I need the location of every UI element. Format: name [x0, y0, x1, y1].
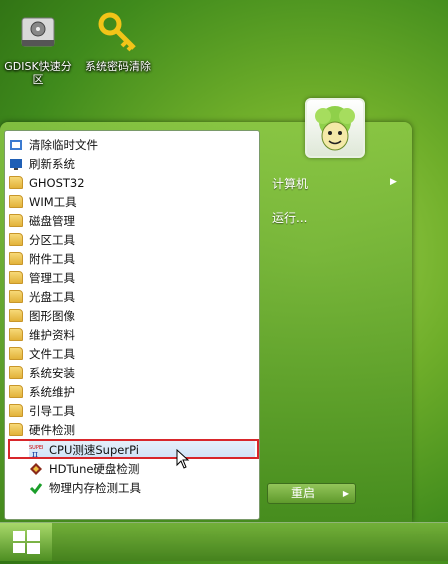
menu-item-wim-tools[interactable]: WIM工具	[9, 192, 255, 211]
folder-icon	[9, 309, 23, 322]
menu-item-label: 分区工具	[29, 232, 75, 247]
menu-item-label: 清除临时文件	[29, 137, 98, 152]
folder-icon	[9, 366, 23, 379]
hard-disk-icon	[16, 10, 60, 54]
menu-item-label: 刷新系统	[29, 156, 75, 171]
folder-icon	[9, 290, 23, 303]
desktop-icon-label: 系统密码清除	[85, 60, 151, 73]
desktop-icon-gdisk[interactable]: GDISK快速分区	[0, 10, 76, 86]
menu-item-label: 文件工具	[29, 346, 75, 361]
user-avatar[interactable]	[305, 98, 365, 158]
folder-icon	[9, 404, 23, 417]
menu-item-disk-management[interactable]: 磁盘管理	[9, 211, 255, 230]
folder-icon	[9, 271, 23, 284]
folder-icon	[9, 385, 23, 398]
desktop-icon-label: GDISK快速分区	[4, 60, 72, 86]
folder-icon	[9, 252, 23, 265]
menu-item-label: HDTune硬盘检测	[49, 461, 140, 476]
program-list: 清除临时文件 刷新系统 GHOST32 WIM工具 磁盘管理 分区工具 附件工具…	[4, 130, 260, 520]
taskbar	[0, 522, 448, 561]
desktop-icon-password-clear[interactable]: 系统密码清除	[80, 10, 156, 73]
computer-label: 计算机	[272, 177, 309, 191]
key-icon	[96, 10, 140, 54]
menu-item-label: 系统维护	[29, 384, 75, 399]
menu-item-system-maintenance[interactable]: 系统维护	[9, 382, 255, 401]
menu-item-file-tools[interactable]: 文件工具	[9, 344, 255, 363]
menu-item-hardware-detect[interactable]: 硬件检测	[9, 420, 255, 439]
menu-item-label: GHOST32	[29, 175, 85, 190]
folder-icon	[9, 347, 23, 360]
start-button[interactable]	[0, 523, 52, 561]
menu-item-boot-tools[interactable]: 引导工具	[9, 401, 255, 420]
menu-right-computer[interactable]: 计算机	[272, 175, 308, 192]
menu-item-cd-tools[interactable]: 光盘工具	[9, 287, 255, 306]
restart-label: 重启	[290, 486, 315, 500]
menu-item-label: 光盘工具	[29, 289, 75, 304]
memtest-icon	[29, 481, 43, 495]
menu-item-label: 管理工具	[29, 270, 75, 285]
menu-item-label: 维护资料	[29, 327, 75, 342]
chevron-right-icon: ▶	[342, 489, 350, 498]
hdtune-icon	[29, 462, 43, 476]
menu-item-label: 系统安装	[29, 365, 75, 380]
restart-options-button[interactable]: ▶	[337, 483, 356, 504]
restart-button[interactable]: 重启	[267, 483, 339, 504]
folder-icon	[9, 328, 23, 341]
menu-item-ghost32[interactable]: GHOST32	[9, 173, 255, 192]
mouse-cursor-icon	[176, 449, 190, 469]
broom-icon	[9, 138, 23, 152]
menu-item-refresh-system[interactable]: 刷新系统	[9, 154, 255, 173]
menu-item-clear-temp[interactable]: 清除临时文件	[9, 135, 255, 154]
chevron-right-icon: ▶	[390, 177, 397, 187]
folder-icon	[9, 233, 23, 246]
menu-item-graphics[interactable]: 图形图像	[9, 306, 255, 325]
menu-item-label: 图形图像	[29, 308, 75, 323]
menu-item-memtest[interactable]: 物理内存检测工具	[29, 478, 255, 497]
run-label: 运行...	[272, 211, 308, 225]
folder-icon	[9, 423, 23, 436]
folder-icon	[9, 195, 23, 208]
folder-icon	[9, 214, 23, 227]
menu-item-label: 硬件检测	[29, 422, 75, 437]
menu-item-maintenance-docs[interactable]: 维护资料	[9, 325, 255, 344]
menu-item-accessories[interactable]: 附件工具	[9, 249, 255, 268]
menu-item-admin-tools[interactable]: 管理工具	[9, 268, 255, 287]
menu-item-label: 物理内存检测工具	[49, 480, 141, 495]
menu-item-label: 磁盘管理	[29, 213, 75, 228]
menu-item-label: 引导工具	[29, 403, 75, 418]
monitor-icon	[9, 157, 23, 171]
menu-item-hdtune[interactable]: HDTune硬盘检测	[29, 459, 255, 478]
start-menu: 清除临时文件 刷新系统 GHOST32 WIM工具 磁盘管理 分区工具 附件工具…	[0, 122, 412, 522]
menu-item-partition-tools[interactable]: 分区工具	[9, 230, 255, 249]
windows-logo-icon	[13, 530, 40, 554]
menu-right-run[interactable]: 运行...	[272, 209, 307, 226]
menu-item-label: 附件工具	[29, 251, 75, 266]
folder-icon	[9, 176, 23, 189]
menu-item-label: WIM工具	[29, 194, 77, 209]
menu-item-system-install[interactable]: 系统安装	[9, 363, 255, 382]
selection-highlight-box	[8, 439, 259, 459]
